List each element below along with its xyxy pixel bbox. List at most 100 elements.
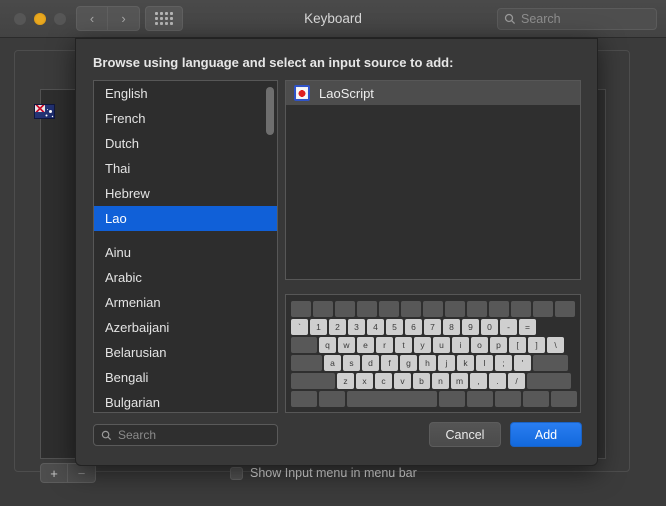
keyboard-key [423, 301, 443, 317]
sheet-search-placeholder: Search [118, 428, 157, 442]
keyboard-key [533, 355, 568, 371]
keyboard-key: ; [495, 355, 512, 371]
scrollbar-thumb[interactable] [266, 87, 274, 135]
keyboard-key: y [414, 337, 431, 353]
cancel-button[interactable]: Cancel [429, 422, 501, 447]
sheet-prompt: Browse using language and select an inpu… [93, 55, 454, 70]
add-button[interactable]: Add [510, 422, 582, 447]
keyboard-key: ] [528, 337, 545, 353]
language-item[interactable]: Ainu [94, 240, 277, 265]
keyboard-key: [ [509, 337, 526, 353]
keyboard-key: j [438, 355, 455, 371]
keyboard-row [291, 391, 577, 407]
keyboard-key: 1 [310, 319, 327, 335]
keyboard-layout-preview: ` 1 2 3 4 5 6 7 8 9 0- = q w e r t y u i o p[] \ a s d f g h j k l; ' z x c… [285, 294, 581, 413]
language-item[interactable]: Belarusian [94, 340, 277, 365]
show-input-menu-checkbox[interactable] [230, 466, 243, 480]
keyboard-key [335, 301, 355, 317]
keyboard-key [439, 391, 465, 407]
keyboard-key: e [357, 337, 374, 353]
keyboard-key: q [319, 337, 336, 353]
keyboard-row: z x c v b n m,. / [291, 373, 575, 389]
screen: ‹ › Keyboard Search + − Show Input menu … [0, 0, 666, 506]
keyboard-row: q w e r t y u i o p[] \ [291, 337, 575, 353]
language-item[interactable]: Bengali [94, 365, 277, 390]
language-item[interactable]: Bulgarian [94, 390, 277, 412]
keyboard-key: c [375, 373, 392, 389]
keyboard-key: \ [547, 337, 564, 353]
language-list-scrollbar[interactable] [266, 85, 274, 410]
keyboard-key [489, 301, 509, 317]
add-remove-source-buttons: + − [40, 463, 96, 483]
keyboard-key [291, 373, 335, 389]
keyboard-key [527, 373, 571, 389]
language-list[interactable]: English French Dutch Thai Hebrew Lao Ainu Arab… [93, 80, 278, 413]
keyboard-key [551, 391, 577, 407]
keyboard-key: = [519, 319, 536, 335]
keyboard-key: ` [291, 319, 308, 335]
keyboard-key [401, 301, 421, 317]
keyboard-key: h [419, 355, 436, 371]
keyboard-key: d [362, 355, 379, 371]
keyboard-key: . [489, 373, 506, 389]
language-item[interactable]: Dutch [94, 131, 277, 156]
keyboard-key [533, 301, 553, 317]
language-group-separator [94, 231, 277, 240]
window-titlebar: ‹ › Keyboard Search [0, 0, 666, 38]
keyboard-key: z [337, 373, 354, 389]
keyboard-row: a s d f g h j k l; ' [291, 355, 575, 371]
keyboard-key: f [381, 355, 398, 371]
keyboard-key: p [490, 337, 507, 353]
language-item[interactable]: Thai [94, 156, 277, 181]
input-source-label: LaoScript [319, 85, 374, 101]
keyboard-key: v [394, 373, 411, 389]
language-item[interactable]: Azerbaijani [94, 315, 277, 340]
keyboard-key [467, 301, 487, 317]
language-item[interactable]: Hebrew [94, 181, 277, 206]
australian-flag-icon [34, 104, 55, 119]
search-icon [504, 13, 516, 25]
show-input-menu-label: Show Input menu in menu bar [250, 466, 417, 480]
keyboard-key: 9 [462, 319, 479, 335]
keyboard-key: 3 [348, 319, 365, 335]
language-item[interactable]: English [94, 81, 277, 106]
remove-source-button[interactable]: − [68, 463, 96, 483]
keyboard-key: x [356, 373, 373, 389]
input-source-item[interactable]: LaoScript [286, 81, 580, 105]
keyboard-key [379, 301, 399, 317]
language-item[interactable]: Arabic [94, 265, 277, 290]
add-source-button[interactable]: + [40, 463, 68, 483]
keyboard-key [291, 301, 311, 317]
keyboard-key [357, 301, 377, 317]
keyboard-key: m [451, 373, 468, 389]
keyboard-key: / [508, 373, 525, 389]
keyboard-key: 7 [424, 319, 441, 335]
toolbar-search-field[interactable]: Search [497, 8, 657, 30]
language-group-recent: English French Dutch Thai Hebrew Lao [94, 81, 277, 231]
language-group-all: Ainu Arabic Armenian Azerbaijani Belarusian B… [94, 240, 277, 412]
keyboard-key: ' [514, 355, 531, 371]
input-source-list[interactable]: LaoScript [285, 80, 581, 280]
keyboard-key: , [470, 373, 487, 389]
keyboard-key: k [457, 355, 474, 371]
keyboard-key [555, 301, 575, 317]
keyboard-key [313, 301, 333, 317]
lao-script-icon [294, 85, 310, 101]
sheet-search-field[interactable]: Search [93, 424, 278, 446]
keyboard-key: i [452, 337, 469, 353]
keyboard-key: w [338, 337, 355, 353]
keyboard-key: l [476, 355, 493, 371]
keyboard-key [495, 391, 521, 407]
keyboard-key: t [395, 337, 412, 353]
language-item[interactable]: Armenian [94, 290, 277, 315]
language-item[interactable]: Lao [94, 206, 277, 231]
keyboard-key: o [471, 337, 488, 353]
keyboard-key [347, 391, 437, 407]
language-item[interactable]: French [94, 106, 277, 131]
add-input-source-sheet: Browse using language and select an inpu… [75, 38, 598, 466]
keyboard-key [445, 301, 465, 317]
keyboard-key [291, 391, 317, 407]
show-input-menu-row[interactable]: Show Input menu in menu bar [230, 466, 417, 480]
keyboard-key [467, 391, 493, 407]
keyboard-key: 4 [367, 319, 384, 335]
